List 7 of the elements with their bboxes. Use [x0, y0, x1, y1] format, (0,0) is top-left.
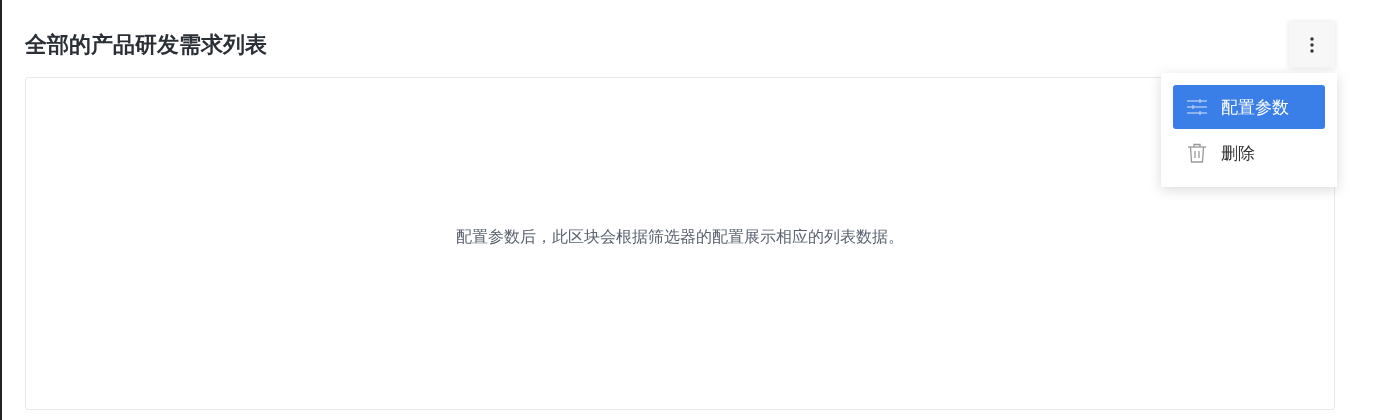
panel-title: 全部的产品研发需求列表 — [25, 31, 267, 59]
sliders-icon — [1187, 99, 1207, 115]
menu-item[interactable]: 配置参数 — [1173, 85, 1325, 129]
more-icon — [1310, 37, 1314, 53]
more-button[interactable] — [1289, 22, 1335, 68]
empty-message: 配置参数后，此区块会根据筛选器的配置展示相应的列表数据。 — [456, 227, 904, 248]
trash-icon — [1187, 143, 1207, 163]
